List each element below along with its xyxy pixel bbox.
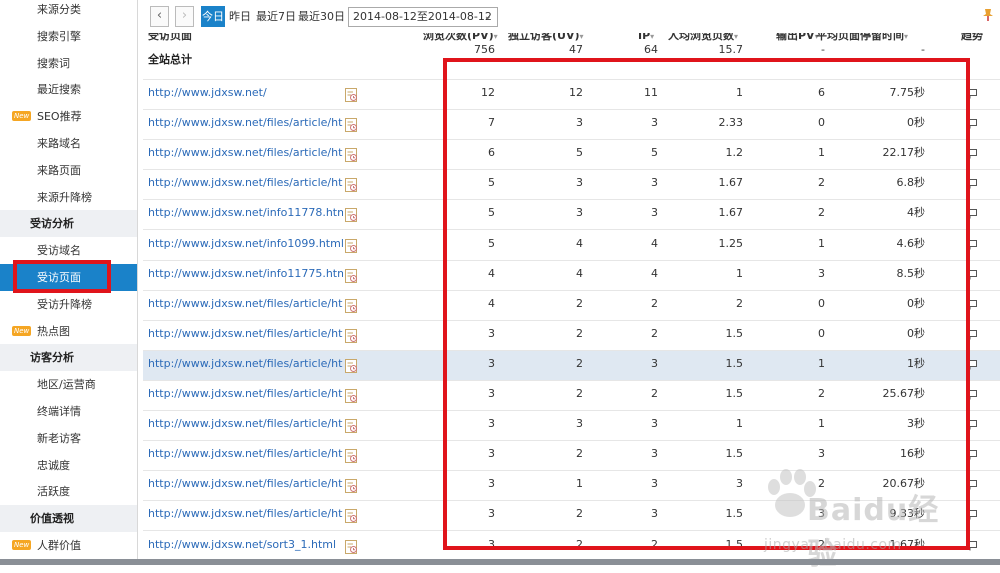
sidebar-item-label: 终端详情 [37, 405, 81, 418]
sidebar-section: 受访分析 [0, 210, 137, 238]
sidebar-item-18[interactable]: 活跃度 [0, 478, 137, 505]
sidebar-section: 访客分析 [0, 344, 137, 372]
page-detail-icon[interactable] [345, 509, 358, 524]
sidebar-item-label: 人群价值 [37, 539, 81, 552]
sidebar-item-label: 最近搜索 [37, 83, 81, 97]
page-url-link[interactable]: http://www.jdxsw.net/files/article/html/… [148, 138, 343, 168]
next-period-button[interactable]: › [175, 6, 194, 27]
page-detail-icon[interactable] [345, 328, 358, 344]
sidebar-item-label: 来源升降榜 [37, 190, 92, 204]
page-url-link[interactable]: http://www.jdxsw.net/info11775.html [148, 259, 343, 289]
sidebar-item-6[interactable]: 来路页面 [0, 157, 137, 184]
total-label: 全站总计 [148, 53, 192, 66]
page-url-link[interactable]: http://www.jdxsw.net/ [148, 78, 343, 108]
page-detail-icon[interactable] [345, 118, 358, 133]
page-url-link[interactable]: http://www.jdxsw.net/files/article/html/… [148, 319, 343, 349]
header-trend: 趋势 [961, 33, 983, 42]
last30-link[interactable]: 最近30日 [298, 6, 345, 27]
pin-icon[interactable] [982, 8, 994, 22]
sidebar-item-label: 受访升降榜 [37, 297, 92, 311]
sidebar-item-14[interactable]: 地区/运营商 [0, 371, 137, 398]
page-detail-icon[interactable] [345, 389, 358, 404]
new-badge: New [12, 111, 32, 122]
sidebar-item-label: 新老访客 [37, 431, 81, 445]
page-url-link[interactable]: http://www.jdxsw.net/files/article/html/… [148, 108, 343, 138]
page-url-link[interactable]: http://www.jdxsw.net/files/article/html/… [148, 469, 343, 499]
page-url-link[interactable]: http://www.jdxsw.net/files/article/html/… [148, 499, 343, 529]
date-range-value: 2014-08-12至2014-08-12 [353, 10, 492, 23]
watermark-url: jingyan.baidu.com [764, 537, 902, 553]
sidebar-item-17[interactable]: 忠诚度 [0, 452, 137, 479]
sidebar-item-16[interactable]: 新老访客 [0, 425, 137, 452]
sidebar-item-label: 热点图 [37, 324, 70, 338]
sidebar-item-label: 来路页面 [37, 163, 81, 177]
taskbar [0, 559, 1000, 565]
sidebar-item-11[interactable]: 受访升降榜 [0, 291, 137, 318]
page-url-link[interactable]: http://www.jdxsw.net/files/article/html/… [148, 379, 343, 409]
sidebar-item-label: 受访分析 [30, 217, 74, 231]
sidebar-item-label: 访客分析 [30, 351, 74, 365]
sidebar-item-label: 忠诚度 [37, 458, 70, 472]
sidebar-item-label: SEO推荐 [37, 110, 82, 124]
sidebar-item-label: 来路域名 [37, 137, 81, 150]
sidebar-item-0[interactable]: 来源分类 [0, 0, 137, 23]
sidebar-item-5[interactable]: 来路域名 [0, 130, 137, 157]
page-detail-icon[interactable] [345, 449, 358, 464]
prev-period-button[interactable]: ‹ [150, 6, 169, 27]
new-badge: New [12, 325, 32, 336]
sidebar-item-label: 价值透视 [30, 512, 74, 526]
sidebar-item-12[interactable]: New 热点图 [0, 318, 137, 345]
page-url-link[interactable]: http://www.jdxsw.net/files/article/html/… [148, 289, 343, 319]
page-detail-icon[interactable] [345, 148, 358, 163]
page-url-link[interactable]: http://www.jdxsw.net/files/article/html/… [148, 409, 343, 439]
page-detail-icon[interactable] [345, 539, 358, 555]
page-url-link[interactable]: http://www.jdxsw.net/sort3_1.html [148, 530, 343, 560]
page-detail-icon[interactable] [345, 419, 358, 434]
sidebar-item-label: 受访域名 [37, 244, 81, 258]
page-url-link[interactable]: http://www.jdxsw.net/files/article/html/… [148, 168, 343, 198]
new-badge: New [12, 540, 32, 550]
sidebar-item-1[interactable]: 搜索引擎 [0, 23, 137, 50]
page-url-link[interactable]: http://www.jdxsw.net/info1099.html [148, 229, 343, 259]
page-detail-icon[interactable] [345, 88, 358, 103]
toolbar: ‹ › 今日 昨日 最近7日 最近30日 2014-08-12至2014-08-… [138, 0, 1000, 33]
sidebar-item-label: 搜索引擎 [37, 29, 81, 43]
page-url-link[interactable]: http://www.jdxsw.net/files/article/html/… [148, 439, 343, 469]
sidebar-item-15[interactable]: 终端详情 [0, 398, 137, 425]
yesterday-link[interactable]: 昨日 [229, 6, 251, 27]
sidebar-item-2[interactable]: 搜索词 [0, 50, 137, 77]
last7-link[interactable]: 最近7日 [256, 6, 296, 27]
sidebar-item-4[interactable]: New SEO推荐 [0, 103, 137, 130]
baidu-watermark: Baidu经验 jingyan.baidu.com [760, 455, 960, 572]
sidebar-section: 价值透视 [0, 505, 137, 533]
page-detail-icon[interactable] [345, 298, 358, 314]
page-detail-icon[interactable] [345, 238, 358, 254]
page-detail-icon[interactable] [345, 208, 358, 223]
sidebar-item-label: 搜索词 [37, 56, 70, 70]
sidebar-item-7[interactable]: 来源升降榜 [0, 184, 137, 211]
sidebar-item-3[interactable]: 最近搜索 [0, 76, 137, 103]
sidebar-item-label: 地区/运营商 [37, 378, 96, 392]
page-detail-icon[interactable] [345, 178, 358, 193]
page-detail-icon[interactable] [345, 479, 358, 494]
sidebar-item-20[interactable]: New 人群价值 [0, 532, 137, 559]
annotation-box-sidebar [13, 260, 111, 293]
date-range-select[interactable]: 2014-08-12至2014-08-12 ⌄ [348, 7, 498, 27]
sidebar-item-label: 活跃度 [37, 485, 70, 499]
sidebar-item-label: 来源分类 [37, 3, 81, 16]
page-detail-icon[interactable] [345, 268, 358, 284]
page-url-link[interactable]: http://www.jdxsw.net/files/article/html/… [148, 349, 343, 379]
page-url-link[interactable]: http://www.jdxsw.net/info11778.html [148, 198, 343, 228]
chevron-down-icon: ⌄ [483, 11, 492, 22]
header-page[interactable]: 受访页面 [148, 33, 192, 45]
today-button[interactable]: 今日 [201, 6, 225, 27]
page-detail-icon[interactable] [345, 358, 358, 374]
